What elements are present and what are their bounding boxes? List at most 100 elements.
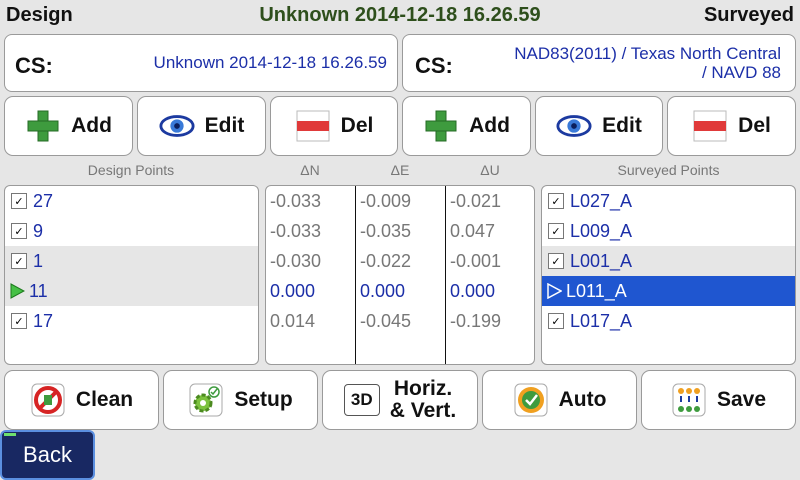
list-item[interactable]: ✓ 27 bbox=[5, 186, 258, 216]
survey-edit-button[interactable]: Edit bbox=[535, 96, 663, 156]
surveyed-point-name: L011_A bbox=[566, 280, 627, 301]
horiz-vert-mode-button[interactable]: 3D Horiz. & Vert. bbox=[322, 370, 478, 430]
checkbox[interactable]: ✓ bbox=[11, 193, 27, 209]
table-cell: -0.001 bbox=[450, 251, 502, 271]
design-add-button[interactable]: Add bbox=[4, 96, 133, 156]
delta-u-column: -0.021 0.047 -0.001 0.000 -0.199 bbox=[446, 186, 534, 364]
surveyed-point-name: L009_A bbox=[570, 220, 633, 241]
checkbox[interactable]: ✓ bbox=[548, 313, 564, 329]
clean-label: Clean bbox=[75, 388, 134, 411]
design-edit-button[interactable]: Edit bbox=[137, 96, 266, 156]
survey-delete-button[interactable]: Del bbox=[667, 96, 796, 156]
surveyed-point-name: L017_A bbox=[570, 310, 633, 331]
design-header: Design bbox=[6, 4, 73, 26]
auto-check-icon bbox=[513, 382, 549, 418]
survey-delete-label: Del bbox=[738, 114, 771, 137]
survey-cs-label: CS: bbox=[415, 53, 453, 78]
design-cs-value: Unknown 2014-12-18 16.26.59 bbox=[153, 53, 387, 72]
list-item[interactable]: 11 bbox=[5, 276, 258, 306]
design-points-header: Design Points bbox=[87, 162, 175, 178]
eye-icon bbox=[556, 108, 592, 144]
delta-u-header: ΔU bbox=[480, 162, 500, 178]
3d-mode-icon: 3D bbox=[343, 384, 380, 416]
design-delete-label: Del bbox=[340, 114, 374, 137]
list-item[interactable]: ✓ L001_A bbox=[542, 246, 795, 276]
delta-table: -0.033 -0.033 -0.030 0.000 0.014 -0.009 … bbox=[265, 185, 535, 365]
design-point-name: 9 bbox=[33, 220, 44, 241]
survey-cs-value-line2: / NAVD 88 bbox=[701, 63, 781, 82]
surveyed-point-name: L001_A bbox=[570, 250, 633, 271]
survey-cs-value-line1: NAD83(2011) / Texas North Central bbox=[514, 44, 781, 63]
list-item[interactable]: ✓ L009_A bbox=[542, 216, 795, 246]
design-cs-label: CS: bbox=[15, 53, 53, 78]
save-points-icon bbox=[671, 382, 707, 418]
setup-button[interactable]: Setup bbox=[163, 370, 318, 430]
setup-label: Setup bbox=[234, 388, 293, 411]
design-cs-card[interactable]: CS: Unknown 2014-12-18 16.26.59 bbox=[4, 34, 398, 92]
delta-e-column: -0.009 -0.035 -0.022 0.000 -0.045 bbox=[356, 186, 445, 364]
checkbox[interactable]: ✓ bbox=[548, 193, 564, 209]
survey-edit-label: Edit bbox=[602, 114, 642, 137]
list-item[interactable]: ✓ 9 bbox=[5, 216, 258, 246]
minus-icon bbox=[295, 108, 331, 144]
table-cell: 0.014 bbox=[270, 311, 316, 331]
gear-icon bbox=[188, 382, 224, 418]
list-item-selected[interactable]: L011_A bbox=[542, 276, 795, 306]
table-cell: -0.009 bbox=[360, 191, 412, 211]
table-cell: -0.045 bbox=[360, 311, 412, 331]
horiz-vert-label-line1: Horiz. bbox=[393, 377, 453, 400]
eye-icon bbox=[159, 108, 195, 144]
surveyed-points-list[interactable]: ✓ L027_A ✓ L009_A ✓ L001_A L011_A ✓ L017… bbox=[541, 185, 796, 365]
auto-button[interactable]: Auto bbox=[482, 370, 637, 430]
design-point-name: 17 bbox=[33, 310, 54, 331]
plus-icon bbox=[25, 108, 61, 144]
design-edit-label: Edit bbox=[204, 114, 245, 137]
table-cell: -0.030 bbox=[270, 251, 322, 271]
table-cell: 0.000 bbox=[450, 281, 496, 301]
minus-icon bbox=[692, 108, 728, 144]
survey-add-button[interactable]: Add bbox=[402, 96, 531, 156]
survey-cs-card[interactable]: CS: NAD83(2011) / Texas North Central / … bbox=[402, 34, 796, 92]
checkbox[interactable]: ✓ bbox=[11, 253, 27, 269]
selected-arrow-icon bbox=[546, 282, 563, 300]
horiz-vert-label: Horiz. & Vert. bbox=[390, 378, 457, 422]
back-button[interactable]: Back bbox=[0, 430, 95, 480]
delta-n-column: -0.033 -0.033 -0.030 0.000 0.014 bbox=[266, 186, 355, 364]
back-label: Back bbox=[23, 442, 72, 467]
surveyed-header: Surveyed bbox=[703, 4, 794, 26]
surveyed-points-header: Surveyed Points bbox=[617, 162, 720, 178]
save-label: Save bbox=[716, 388, 767, 411]
list-item[interactable]: ✓ 17 bbox=[5, 306, 258, 336]
clean-button[interactable]: Clean bbox=[4, 370, 159, 430]
current-point-arrow-icon bbox=[9, 283, 26, 299]
checkbox[interactable]: ✓ bbox=[548, 253, 564, 269]
save-button[interactable]: Save bbox=[641, 370, 796, 430]
checkbox[interactable]: ✓ bbox=[11, 223, 27, 239]
clean-icon bbox=[30, 382, 66, 418]
table-cell: -0.022 bbox=[360, 251, 412, 271]
table-cell: 0.000 bbox=[360, 281, 406, 301]
3d-mode-icon-text: 3D bbox=[350, 390, 373, 409]
table-cell: -0.021 bbox=[450, 191, 502, 211]
list-item[interactable]: ✓ L027_A bbox=[542, 186, 795, 216]
design-delete-button[interactable]: Del bbox=[270, 96, 398, 156]
checkbox[interactable]: ✓ bbox=[11, 313, 27, 329]
design-point-name: 11 bbox=[29, 280, 48, 301]
horiz-vert-label-line2: & Vert. bbox=[389, 399, 457, 422]
design-point-name: 27 bbox=[33, 190, 54, 211]
delta-e-header: ΔE bbox=[390, 162, 410, 178]
table-cell: -0.033 bbox=[270, 221, 322, 241]
checkbox[interactable]: ✓ bbox=[548, 223, 564, 239]
table-cell: -0.033 bbox=[270, 191, 322, 211]
list-item[interactable]: ✓ 1 bbox=[5, 246, 258, 276]
delta-n-header: ΔN bbox=[300, 162, 320, 178]
back-indicator bbox=[4, 433, 16, 436]
table-cell: 0.000 bbox=[270, 281, 316, 301]
design-points-list[interactable]: ✓ 27 ✓ 9 ✓ 1 11 ✓ 17 bbox=[4, 185, 259, 365]
surveyed-point-name: L027_A bbox=[570, 190, 633, 211]
list-item[interactable]: ✓ L017_A bbox=[542, 306, 795, 336]
table-cell: -0.035 bbox=[360, 221, 412, 241]
survey-add-label: Add bbox=[469, 114, 510, 137]
design-point-name: 1 bbox=[33, 250, 44, 271]
plus-icon bbox=[423, 108, 459, 144]
